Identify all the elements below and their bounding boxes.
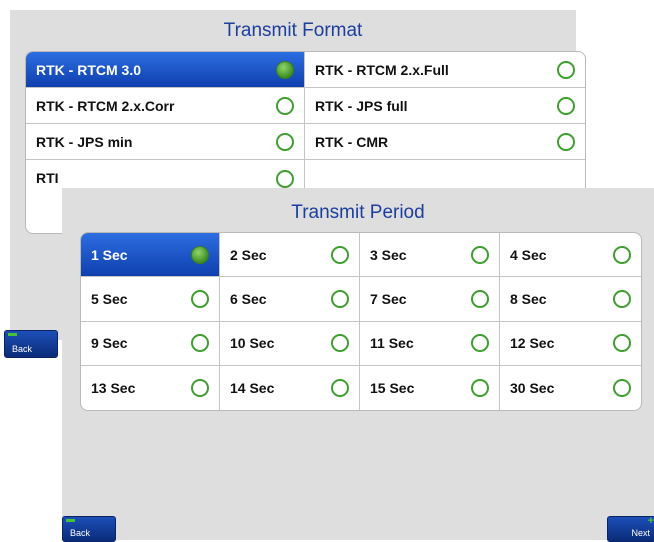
period-option-label: 6 Sec xyxy=(230,290,267,307)
radio-unselected-icon[interactable] xyxy=(613,334,631,353)
period-option-label: 10 Sec xyxy=(230,335,275,352)
radio-selected-icon[interactable] xyxy=(191,245,209,264)
transmit-format-title: Transmit Format xyxy=(223,20,363,41)
period-option[interactable]: 8 Sec xyxy=(500,277,641,322)
period-option[interactable]: 10 Sec xyxy=(220,321,360,366)
plus-icon: + xyxy=(647,515,654,527)
period-option-label: 3 Sec xyxy=(370,246,407,263)
period-option[interactable]: 14 Sec xyxy=(220,365,360,410)
format-option[interactable]: RTK - JPS full xyxy=(305,88,585,124)
period-option[interactable]: 12 Sec xyxy=(500,322,641,366)
period-option-label: 8 Sec xyxy=(510,290,547,307)
period-option[interactable]: 7 Sec xyxy=(360,277,500,322)
radio-unselected-icon[interactable] xyxy=(613,378,631,397)
radio-unselected-icon[interactable] xyxy=(276,96,294,115)
radio-unselected-icon[interactable] xyxy=(471,289,489,308)
period-option[interactable]: 13 Sec xyxy=(81,365,220,410)
radio-unselected-icon[interactable] xyxy=(331,289,349,308)
period-option-label: 30 Sec xyxy=(510,379,555,396)
period-option[interactable]: 11 Sec xyxy=(360,321,500,366)
radio-unselected-icon[interactable] xyxy=(191,289,209,308)
back-button[interactable]: Back xyxy=(4,330,58,358)
format-option-label: RTK - JPS min xyxy=(36,133,133,150)
radio-unselected-icon[interactable] xyxy=(557,60,575,79)
period-option[interactable]: 2 Sec xyxy=(220,233,360,278)
radio-unselected-icon[interactable] xyxy=(276,132,294,151)
period-option-label: 7 Sec xyxy=(370,290,407,307)
radio-unselected-icon[interactable] xyxy=(191,378,209,397)
next-button[interactable]: + Next xyxy=(607,515,654,542)
period-option-label: 15 Sec xyxy=(370,379,415,396)
back-indicator-icon xyxy=(8,333,17,336)
radio-unselected-icon[interactable] xyxy=(276,170,294,188)
radio-unselected-icon[interactable] xyxy=(331,334,349,353)
period-option-label: 2 Sec xyxy=(230,246,267,263)
period-option[interactable]: 4 Sec xyxy=(500,233,641,278)
format-option[interactable]: RTK - JPS min xyxy=(26,124,305,160)
period-option[interactable]: 5 Sec xyxy=(81,277,220,322)
period-option-label: 13 Sec xyxy=(91,379,136,396)
format-option-label: RTK - RTCM 2.x.Full xyxy=(315,61,449,78)
radio-unselected-icon[interactable] xyxy=(331,378,349,397)
format-option[interactable]: RTK - RTCM 3.0 xyxy=(26,52,305,88)
period-option[interactable]: 3 Sec xyxy=(360,233,500,278)
back-button-label: Back xyxy=(70,528,91,538)
period-option[interactable]: 30 Sec xyxy=(500,366,641,410)
format-option[interactable]: RTK - RTCM 2.x.Full xyxy=(305,52,585,88)
next-button-label: Next xyxy=(631,528,650,538)
period-option-label: 4 Sec xyxy=(510,246,547,263)
format-option-label: RTI xyxy=(36,170,59,186)
period-option-label: 14 Sec xyxy=(230,379,275,396)
format-option[interactable]: RTK - CMR xyxy=(305,124,585,160)
period-option-label: 12 Sec xyxy=(510,335,555,352)
transmit-period-title: Transmit Period xyxy=(291,202,425,223)
transmit-period-grid: 1 Sec 2 Sec 3 Sec 4 Sec 5 Sec 6 Sec 7 Sec 8 Sec… xyxy=(80,232,642,411)
radio-unselected-icon[interactable] xyxy=(613,289,631,308)
period-option[interactable]: 9 Sec xyxy=(81,321,220,366)
period-option-label: 1 Sec xyxy=(91,246,128,263)
radio-unselected-icon[interactable] xyxy=(557,96,575,115)
radio-unselected-icon[interactable] xyxy=(191,334,209,353)
format-option-label: RTK - RTCM 3.0 xyxy=(36,61,141,78)
period-option[interactable]: 6 Sec xyxy=(220,277,360,322)
period-option-label: 5 Sec xyxy=(91,290,128,307)
radio-unselected-icon[interactable] xyxy=(471,378,489,397)
back-indicator-icon xyxy=(66,519,75,522)
radio-selected-icon[interactable] xyxy=(276,60,294,79)
format-option[interactable]: RTK - RTCM 2.x.Corr xyxy=(26,88,305,124)
period-option-label: 11 Sec xyxy=(370,335,414,352)
radio-unselected-icon[interactable] xyxy=(471,334,489,353)
period-option[interactable]: 1 Sec xyxy=(81,233,220,278)
format-option-label: RTK - CMR xyxy=(315,133,389,150)
radio-unselected-icon[interactable] xyxy=(471,245,489,264)
back-button-label: Back xyxy=(12,344,33,354)
format-option-label: RTK - RTCM 2.x.Corr xyxy=(36,97,175,114)
period-option-label: 9 Sec xyxy=(91,335,128,352)
radio-unselected-icon[interactable] xyxy=(331,245,349,264)
period-option[interactable]: 15 Sec xyxy=(360,365,500,410)
back-button[interactable]: Back xyxy=(62,516,116,542)
radio-unselected-icon[interactable] xyxy=(613,245,631,264)
format-option-label: RTK - JPS full xyxy=(315,97,408,114)
transmit-period-panel: Transmit Period 1 Sec 2 Sec 3 Sec 4 Sec 5 Se… xyxy=(62,188,654,540)
radio-unselected-icon[interactable] xyxy=(557,132,575,151)
